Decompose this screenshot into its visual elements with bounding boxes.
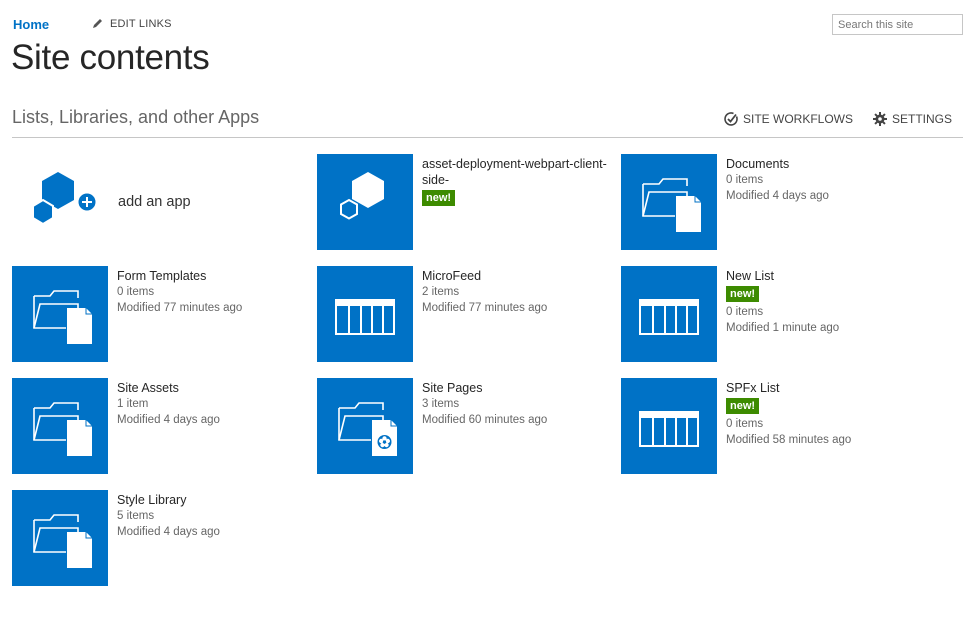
tile-style-library[interactable]: Style Library 5 items Modified 4 days ag… [12,490,312,586]
site-workflows-button[interactable]: SITE WORKFLOWS [723,111,853,127]
tile-site-assets[interactable]: Site Assets 1 item Modified 4 days ago [12,378,312,474]
modified-time: Modified 1 minute ago [726,322,840,334]
item-count: 5 items [117,510,155,522]
tile-title[interactable]: asset-deployment-webpart-client-side- [422,156,612,188]
tile-title[interactable]: Documents [726,156,916,172]
document-library-icon [621,154,717,250]
pencil-icon [93,19,102,28]
list-icon [317,266,413,362]
modified-time: Modified 77 minutes ago [422,302,548,314]
tile-site-pages[interactable]: Site Pages 3 items Modified 60 minutes a… [317,378,617,474]
edit-links-label: EDIT LINKS [110,17,172,30]
tile-title[interactable]: Style Library [117,492,307,508]
new-badge: new! [422,190,456,206]
list-icon [621,266,717,362]
modified-time: Modified 4 days ago [117,526,220,538]
tile-documents[interactable]: Documents 0 items Modified 4 days ago [621,154,921,250]
item-count: 0 items [726,174,764,186]
item-count: 0 items [726,306,764,318]
section-divider [12,137,963,138]
tile-title[interactable]: Site Assets [117,380,307,396]
modified-time: Modified 58 minutes ago [726,434,852,446]
settings-button[interactable]: SETTINGS [872,111,952,127]
tile-title[interactable]: SPFx List [726,380,916,396]
list-icon [621,378,717,474]
item-count: 2 items [422,286,460,298]
modified-time: Modified 60 minutes ago [422,414,548,426]
search-input[interactable] [833,15,962,35]
tile-form-templates[interactable]: Form Templates 0 items Modified 77 minut… [12,266,312,362]
document-library-icon [12,490,108,586]
new-badge: new! [726,286,760,302]
item-count: 3 items [422,398,460,410]
tile-title[interactable]: New List [726,268,916,284]
settings-label: SETTINGS [892,112,953,126]
tile-title[interactable]: Form Templates [117,268,307,284]
add-app-icon [32,172,98,226]
modified-time: Modified 4 days ago [117,414,220,426]
item-count: 0 items [117,286,155,298]
edit-links-button[interactable]: EDIT LINKS [91,17,172,30]
document-library-icon [12,266,108,362]
modified-time: Modified 4 days ago [726,190,829,202]
tile-new-list[interactable]: New List new! 0 items Modified 1 minute … [621,266,921,362]
item-count: 1 item [117,398,149,410]
modified-time: Modified 77 minutes ago [117,302,243,314]
workflow-check-icon [724,112,738,126]
tile-microfeed[interactable]: MicroFeed 2 items Modified 77 minutes ag… [317,266,617,362]
gear-icon [873,112,887,126]
tile-asset-deployment-webpart[interactable]: asset-deployment-webpart-client-side- ne… [317,154,617,250]
page-title: Site contents [11,38,210,77]
tile-spfx-list[interactable]: SPFx List new! 0 items Modified 58 minut… [621,378,921,474]
site-pages-icon [317,378,413,474]
item-count: 0 items [726,418,764,430]
document-library-icon [12,378,108,474]
add-an-app-tile[interactable]: add an app [12,154,312,250]
app-icon [317,154,413,250]
add-an-app-label: add an app [118,194,191,210]
tile-title[interactable]: MicroFeed [422,268,612,284]
new-badge: new! [726,398,760,414]
home-link[interactable]: Home [13,17,49,32]
section-heading: Lists, Libraries, and other Apps [12,107,260,127]
site-workflows-label: SITE WORKFLOWS [743,112,854,126]
tile-title[interactable]: Site Pages [422,380,612,396]
search-box [832,14,963,35]
